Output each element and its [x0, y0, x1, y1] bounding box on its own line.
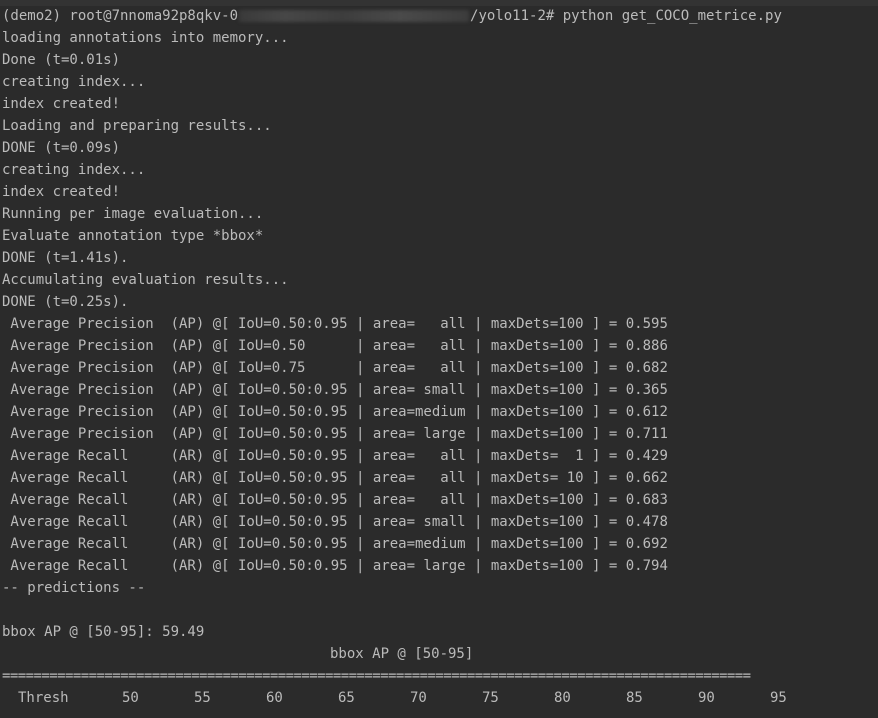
table-separator: ========================================…	[2, 668, 751, 684]
redacted-path	[239, 10, 470, 22]
prompt-prefix: (demo2) root@7nnoma92p8qkv-0	[2, 8, 239, 24]
thresh-value: 80	[554, 690, 571, 706]
output-line: Average Recall (AR) @[ IoU=0.50:0.95 | a…	[2, 536, 668, 552]
output-line: Evaluate annotation type *bbox*	[2, 228, 264, 244]
output-line: Average Precision (AP) @[ IoU=0.50:0.95 …	[2, 316, 668, 332]
output-line: Average Recall (AR) @[ IoU=0.50:0.95 | a…	[2, 492, 668, 508]
thresh-value: 75	[482, 690, 499, 706]
output-line: Average Precision (AP) @[ IoU=0.50 | are…	[2, 338, 668, 354]
output-line: Average Recall (AR) @[ IoU=0.50:0.95 | a…	[2, 558, 668, 574]
thresh-value: 85	[626, 690, 643, 706]
output-line: index created!	[2, 96, 121, 112]
output-line: creating index...	[2, 74, 146, 90]
command-prompt-line: (demo2) root@7nnoma92p8qkv-0/yolo11-2# p…	[2, 5, 782, 27]
thresh-value: 60	[266, 690, 283, 706]
output-line: Done (t=0.01s)	[2, 52, 121, 68]
output-line: DONE (t=0.09s)	[2, 140, 121, 156]
terminal-window[interactable]: (demo2) root@7nnoma92p8qkv-0/yolo11-2# p…	[0, 0, 878, 718]
thresh-value: 50	[122, 690, 139, 706]
thresh-value: 65	[338, 690, 355, 706]
thresh-header-label: Thresh	[18, 690, 69, 706]
thresh-value: 55	[194, 690, 211, 706]
output-line: loading annotations into memory...	[2, 30, 289, 46]
thresh-value: 90	[698, 690, 715, 706]
output-line: index created!	[2, 184, 121, 200]
output-line: DONE (t=1.41s).	[2, 250, 129, 266]
output-line: DONE (t=0.25s).	[2, 294, 129, 310]
output-line: Loading and preparing results...	[2, 118, 272, 134]
prompt-command: /yolo11-2# python get_COCO_metrice.py	[470, 8, 782, 24]
table-title: bbox AP @ [50-95]	[330, 646, 474, 662]
output-line: -- predictions --	[2, 580, 146, 596]
thresh-value: 95	[770, 690, 787, 706]
output-line: creating index...	[2, 162, 146, 178]
thresh-value: 70	[410, 690, 427, 706]
output-line: Average Precision (AP) @[ IoU=0.50:0.95 …	[2, 382, 668, 398]
output-line: Accumulating evaluation results...	[2, 272, 289, 288]
output-line: Average Precision (AP) @[ IoU=0.50:0.95 …	[2, 426, 668, 442]
output-line: Average Recall (AR) @[ IoU=0.50:0.95 | a…	[2, 514, 668, 530]
output-line: Average Precision (AP) @[ IoU=0.75 | are…	[2, 360, 668, 376]
output-line: Average Recall (AR) @[ IoU=0.50:0.95 | a…	[2, 448, 668, 464]
output-line: bbox AP @ [50-95]: 59.49	[2, 624, 205, 640]
output-line: Average Recall (AR) @[ IoU=0.50:0.95 | a…	[2, 470, 668, 486]
output-line: Average Precision (AP) @[ IoU=0.50:0.95 …	[2, 404, 668, 420]
output-line: Running per image evaluation...	[2, 206, 264, 222]
